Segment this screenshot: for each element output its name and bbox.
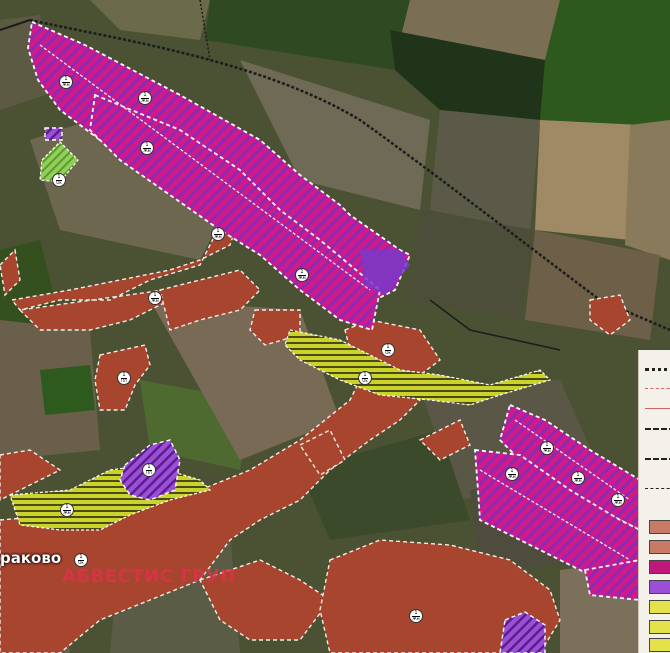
zone-marker[interactable]: 1 Жм [611, 493, 625, 507]
legend-thin-line [645, 408, 670, 409]
zone-marker-code: Жм [298, 275, 306, 280]
zone-marker-code: Ок [362, 378, 368, 383]
zone-marker[interactable]: 1 Ок [358, 371, 372, 385]
zone-marker-code: Пп [121, 378, 127, 383]
zone-marker-code: Жм [412, 616, 420, 621]
zone-marker-code: Жм [614, 500, 622, 505]
zone-marker[interactable]: 1 Жм [540, 441, 554, 455]
zone-marker-code: Жм [141, 98, 149, 103]
zone-marker-code: Жм [151, 298, 159, 303]
legend-residential-2 [649, 540, 670, 554]
zone-marker-code: Ок [78, 560, 84, 565]
zone-marker-code: Жм [508, 474, 516, 479]
zone-marker[interactable]: 1 Жм [211, 227, 225, 241]
zone-marker-code: Жм [214, 234, 222, 239]
zone-marker[interactable]: 1 Жм [60, 503, 74, 517]
legend-greenery-3 [649, 638, 670, 652]
watermark: АБВЕСТИС ГРУП [62, 566, 236, 587]
village-label: раково [0, 549, 62, 567]
legend-boundary [645, 388, 670, 389]
zone-marker[interactable]: 1 Жм [59, 75, 73, 89]
zone-marker[interactable]: 1 Жм [148, 291, 162, 305]
zone-marker[interactable]: 1 Ок [381, 343, 395, 357]
zone-marker-code: Ок [385, 350, 391, 355]
legend-dash-line-3 [645, 488, 670, 489]
zone-marker[interactable]: 1 Жм [140, 141, 154, 155]
legend-dash-line-2 [645, 458, 670, 460]
legend-greenery-2 [649, 620, 670, 634]
map-canvas[interactable]: 1 Жм 1 Жм 1 Жм 1 Ок 1 Жм 1 Жм 1 Жм 1 Ок 1 Пп 1 Ок 1 Жм 1 Жм 1 Жм 1… [0, 0, 670, 653]
map-layer [0, 0, 670, 653]
zone-marker[interactable]: 1 Жм [409, 609, 423, 623]
zone-marker-code: Пп [146, 470, 152, 475]
zone-marker[interactable]: 1 Ок [74, 553, 88, 567]
zone-marker-code: Жм [574, 478, 582, 483]
zone-marker[interactable]: 1 Ок [52, 173, 66, 187]
zone-marker[interactable]: 1 Пп [142, 463, 156, 477]
legend-dash-line [645, 428, 670, 430]
legend-greenery-1 [649, 600, 670, 614]
legend-residential-1 [649, 520, 670, 534]
zone-marker-code: Жм [63, 510, 71, 515]
legend-industrial [649, 580, 670, 594]
zone-marker-code: Жм [62, 82, 70, 87]
zone-marker[interactable]: 1 Жм [138, 91, 152, 105]
zone-marker[interactable]: 1 Жм [505, 467, 519, 481]
legend-panel [638, 350, 670, 653]
zone-marker-code: Ок [56, 180, 62, 185]
legend-road [645, 368, 670, 371]
zone-marker-code: Жм [543, 448, 551, 453]
zone-marker[interactable]: 1 Жм [571, 471, 585, 485]
legend-production [649, 560, 670, 574]
zone-marker-code: Жм [143, 148, 151, 153]
zone-marker[interactable]: 1 Пп [117, 371, 131, 385]
zone-marker[interactable]: 1 Жм [295, 268, 309, 282]
